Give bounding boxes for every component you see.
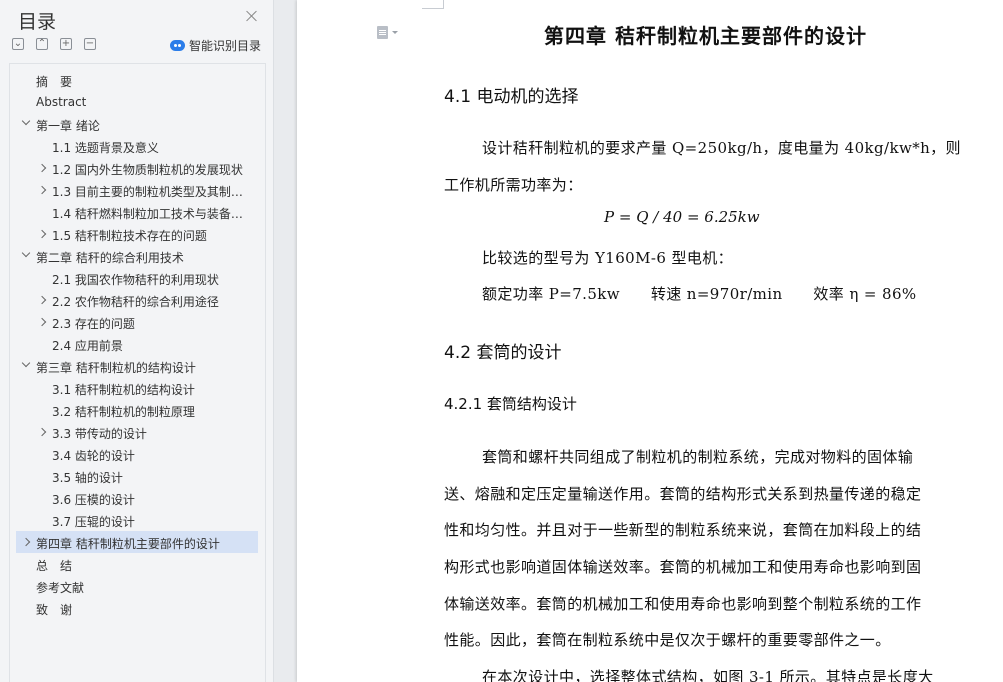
document-page[interactable]: 第四章 秸秆制粒机主要部件的设计 4.1 电动机的选择 设计秸秆制粒机的要求产量… bbox=[297, 0, 1003, 682]
chevron-right-icon[interactable] bbox=[21, 537, 31, 547]
toc-item[interactable]: 摘 要 bbox=[16, 69, 258, 91]
add-entry-button[interactable]: + bbox=[60, 38, 72, 50]
chevron-right-icon[interactable] bbox=[37, 229, 47, 239]
toc-item-label: 参考文献 bbox=[36, 581, 85, 595]
toc-item-label: 第二章 秸秆的综合利用技术 bbox=[36, 251, 184, 265]
toc-item-label: 3.1 秸秆制粒机的结构设计 bbox=[52, 383, 195, 397]
smart-toc-label: 智能识别目录 bbox=[189, 38, 262, 53]
toc-item-label: 2.3 存在的问题 bbox=[52, 317, 135, 331]
toc-item-label: 3.2 秸秆制粒机的制粒原理 bbox=[52, 405, 195, 419]
plus-icon: + bbox=[61, 38, 71, 49]
toc-header: 目录 ⌄ ⌃ + − 智能识别目录 bbox=[0, 0, 274, 60]
toc-item-label: 1.3 目前主要的制粒机类型及其制粒原理 bbox=[52, 185, 252, 199]
toc-item-label: 第四章 秸秆制粒机主要部件的设计 bbox=[36, 537, 220, 551]
toc-item[interactable]: 第一章 绪论 bbox=[16, 113, 258, 135]
toc-item-label: 1.5 秸秆制粒技术存在的问题 bbox=[52, 229, 207, 243]
chevron-right-icon[interactable] bbox=[37, 185, 47, 195]
toc-item[interactable]: 3.6 压模的设计 bbox=[16, 487, 258, 509]
remove-entry-button[interactable]: − bbox=[84, 38, 96, 50]
chevron-down-icon: ⌄ bbox=[13, 38, 23, 49]
toc-list: 摘 要 Abstract 第一章 绪论 1.1 选题背景及意义 1.2 国内外生物质制粒… bbox=[9, 63, 266, 682]
toc-item[interactable]: 2.2 农作物秸秆的综合利用途径 bbox=[16, 289, 258, 311]
toc-item[interactable]: 第三章 秸秆制粒机的结构设计 bbox=[16, 355, 258, 377]
minus-icon: − bbox=[85, 38, 95, 49]
toc-item[interactable]: 2.4 应用前景 bbox=[16, 333, 258, 355]
document-icon bbox=[377, 26, 388, 39]
smart-toc-button[interactable]: 智能识别目录 bbox=[170, 38, 262, 53]
toc-item-label: 2.2 农作物秸秆的综合利用途径 bbox=[52, 295, 219, 309]
chevron-down-icon[interactable] bbox=[21, 116, 31, 126]
toc-item-label: 第一章 绪论 bbox=[36, 119, 100, 133]
body-line: 送、熔融和定压定量输送作用。套筒的结构形式关系到热量传递的稳定 bbox=[444, 485, 922, 503]
toc-item[interactable]: 1.3 目前主要的制粒机类型及其制粒原理 bbox=[16, 179, 258, 201]
toc-item-label: 3.6 压模的设计 bbox=[52, 493, 135, 507]
toc-item[interactable]: 总 结 bbox=[16, 553, 258, 575]
chevron-up-icon: ⌃ bbox=[37, 38, 47, 49]
toc-item[interactable]: 1.1 选题背景及意义 bbox=[16, 135, 258, 157]
toc-item[interactable]: 致 谢 bbox=[16, 597, 258, 619]
toc-item[interactable]: 2.3 存在的问题 bbox=[16, 311, 258, 333]
power-formula: P = Q / 40 = 6.25kw bbox=[604, 208, 760, 226]
chevron-down-icon[interactable] bbox=[21, 248, 31, 258]
body-line: 性和均匀性。并且对于一些新型的制粒系统来说，套筒在加料段上的结 bbox=[444, 521, 922, 539]
caret-down-icon bbox=[392, 31, 398, 34]
toc-item[interactable]: 1.4 秸秆燃料制粒加工技术与装备研究 bbox=[16, 201, 258, 223]
body-line: 比较选的型号为 Y160M-6 型电机： bbox=[482, 249, 734, 267]
document-area: 第四章 秸秆制粒机主要部件的设计 4.1 电动机的选择 设计秸秆制粒机的要求产量… bbox=[275, 0, 1003, 682]
toc-item-label: 1.4 秸秆燃料制粒加工技术与装备研究 bbox=[52, 207, 252, 221]
body-line: 工作机所需功率为： bbox=[444, 176, 583, 194]
toc-item[interactable]: 1.5 秸秆制粒技术存在的问题 bbox=[16, 223, 258, 245]
chevron-right-icon[interactable] bbox=[37, 317, 47, 327]
close-icon[interactable] bbox=[245, 9, 259, 23]
toc-item[interactable]: 第四章 秸秆制粒机主要部件的设计 bbox=[16, 531, 258, 553]
toc-item[interactable]: 3.2 秸秆制粒机的制粒原理 bbox=[16, 399, 258, 421]
body-line: 构形式也影响道固体输送效率。套筒的机械加工和使用寿命也影响到固 bbox=[444, 558, 922, 576]
subsection-heading-4-2-1: 4.2.1 套筒结构设计 bbox=[444, 395, 577, 413]
collapse-all-button[interactable]: ⌃ bbox=[36, 38, 48, 50]
toc-item-label: 第三章 秸秆制粒机的结构设计 bbox=[36, 361, 196, 375]
toc-item-label: 摘 要 bbox=[36, 75, 73, 89]
expand-all-button[interactable]: ⌄ bbox=[12, 38, 24, 50]
body-line: 套筒和螺杆共同组成了制粒机的制粒系统，完成对物料的固体输 bbox=[482, 448, 914, 466]
toc-item[interactable]: 3.3 带传动的设计 bbox=[16, 421, 258, 443]
toc-item-label: 3.4 齿轮的设计 bbox=[52, 449, 135, 463]
chapter-title: 第四章 秸秆制粒机主要部件的设计 bbox=[544, 24, 867, 48]
toc-item[interactable]: 1.2 国内外生物质制粒机的发展现状 bbox=[16, 157, 258, 179]
body-line: 在本次设计中，选择整体式结构，如图 3-1 所示。其特点是长度大 bbox=[482, 668, 934, 682]
section-heading-4-1: 4.1 电动机的选择 bbox=[444, 87, 579, 107]
toc-panel: 目录 ⌄ ⌃ + − 智能识别目录 摘 要 Abstract 第一章 绪论 1.1 选… bbox=[0, 0, 274, 682]
toc-item-label: 总 结 bbox=[36, 559, 73, 573]
ai-assistant-icon bbox=[170, 39, 185, 51]
chevron-right-icon[interactable] bbox=[37, 295, 47, 305]
toc-item-label: 1.1 选题背景及意义 bbox=[52, 141, 159, 155]
section-heading-4-2: 4.2 套筒的设计 bbox=[444, 343, 562, 363]
toc-item[interactable]: Abstract bbox=[16, 91, 258, 113]
toc-item-label: 致 谢 bbox=[36, 603, 73, 617]
toc-item-label: 3.7 压辊的设计 bbox=[52, 515, 135, 529]
body-line: 性能。因此，套筒在制粒系统中是仅次于螺杆的重要零部件之一。 bbox=[444, 631, 891, 649]
toc-item[interactable]: 3.1 秸秆制粒机的结构设计 bbox=[16, 377, 258, 399]
body-line: 体输送效率。套筒的机械加工和使用寿命也影响到整个制粒系统的工作 bbox=[444, 595, 922, 613]
chevron-right-icon[interactable] bbox=[37, 427, 47, 437]
toc-item-label: 3.3 带传动的设计 bbox=[52, 427, 147, 441]
toc-item[interactable]: 第二章 秸秆的综合利用技术 bbox=[16, 245, 258, 267]
toc-item[interactable]: 参考文献 bbox=[16, 575, 258, 597]
toc-item[interactable]: 3.4 齿轮的设计 bbox=[16, 443, 258, 465]
paragraph-menu-button[interactable] bbox=[377, 26, 401, 40]
toc-title: 目录 bbox=[18, 11, 57, 33]
toc-item-label: 2.1 我国农作物秸秆的利用现状 bbox=[52, 273, 219, 287]
toc-item-label: 3.5 轴的设计 bbox=[52, 471, 123, 485]
chevron-right-icon[interactable] bbox=[37, 163, 47, 173]
toc-item[interactable]: 2.1 我国农作物秸秆的利用现状 bbox=[16, 267, 258, 289]
toc-item[interactable]: 3.7 压辊的设计 bbox=[16, 509, 258, 531]
chevron-down-icon[interactable] bbox=[21, 358, 31, 368]
toc-item-label: 2.4 应用前景 bbox=[52, 339, 123, 353]
toc-item[interactable]: 3.5 轴的设计 bbox=[16, 465, 258, 487]
page-corner-mark bbox=[422, 0, 444, 9]
toc-item-label: 1.2 国内外生物质制粒机的发展现状 bbox=[52, 163, 243, 177]
body-line: 额定功率 P=7.5kw 转速 n=970r/min 效率 η = 86% bbox=[482, 285, 917, 303]
body-line: 设计秸秆制粒机的要求产量 Q=250kg/h，度电量为 40kg/kw*h，则 bbox=[482, 139, 961, 157]
toc-item-label: Abstract bbox=[36, 95, 87, 109]
